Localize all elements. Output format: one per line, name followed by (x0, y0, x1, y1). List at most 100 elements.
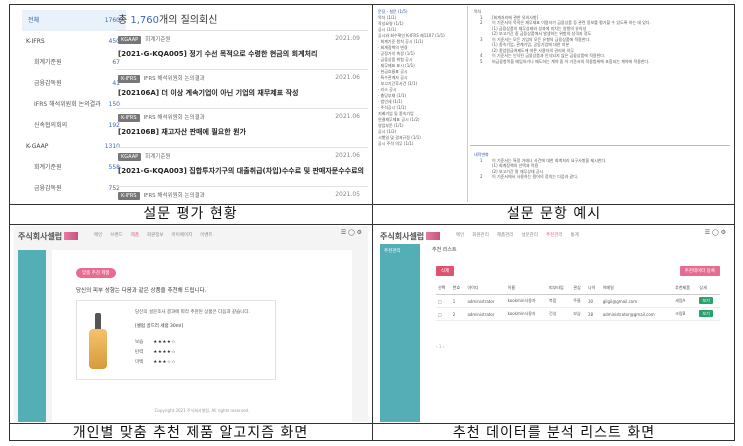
table-row[interactable]: □ 1 administrator kookmin사용자 복합 주름 30 gilgil@gm… (436, 294, 720, 308)
caption-panel1: 설문 평가 현황 (143, 206, 238, 222)
sidebar-item[interactable]: 신속협의회의 192 (22, 115, 126, 136)
rating-row: 탄력 ★★★★☆ (135, 349, 176, 355)
title-count: 1,760 (130, 15, 160, 26)
table-cell: 건성 (547, 307, 572, 321)
paragraph-number: 5 (480, 58, 483, 64)
recommendation-content: 맞춤 추천 제품 당신의 피부 성향는 다음과 같은 상품을 추천해 드립니다.… (52, 250, 352, 422)
item-title[interactable]: [2021-G-KQA005] 정기 수선 목적으로 수령한 현금의 회계처리 (118, 49, 366, 59)
nav-item[interactable]: 회원관리 (472, 233, 489, 238)
add-recommendation-button[interactable]: 추천데이터 등록 (679, 266, 720, 276)
list-item[interactable]: K-IFRS IFRS 해석위원회 논의결과 2021.06 [202106A] 더 … (116, 69, 368, 108)
sidebar-item-label: K-GAAP (26, 143, 49, 150)
figure-divider-mid (9, 224, 735, 225)
nav-item[interactable]: 회원정보 (147, 233, 164, 238)
star-rating-icon: ★★★★☆ (153, 350, 176, 355)
sidebar-item-recommend[interactable]: 추천관리 (384, 248, 401, 254)
table-cell: 보습 (571, 307, 586, 321)
brand-logo[interactable]: 주식회사셀럽 (380, 231, 441, 242)
nav-item[interactable]: 통계 (571, 233, 579, 238)
nav-item[interactable]: 제품관리 (497, 233, 514, 238)
table-row[interactable]: □ 2 administrator kookmin사용자 건성 보습 28 administr… (436, 307, 720, 321)
logo-mark-icon (426, 232, 441, 240)
sidebar-item[interactable]: K-GAAP 1310 (22, 136, 126, 157)
item-category: 회계기준원 (145, 154, 171, 160)
paragraph-row: 2 이 기준서에서 사용하는 용어의 정의는 다음과 같다. (474, 174, 726, 180)
list-item[interactable]: K-IFRS IFRS 해석위원회 논의결과 2021.06 [202106B] 재고… (116, 108, 368, 147)
table-cell: kookmin사용자 (505, 307, 548, 321)
sidebar-item[interactable]: 회계기준원 558 (22, 157, 126, 178)
product-card[interactable]: 당신의 설문조사 결과에 따라 추천된 상품은 다음과 같습니다. [셀럽 골드… (76, 300, 276, 380)
sidebar-item[interactable]: 전체 1760 (22, 10, 126, 31)
item-meta: KGAAP 회계기준원 (118, 152, 366, 161)
nav-item[interactable]: 제품 (131, 233, 139, 238)
column-header: 이메일 (600, 282, 674, 295)
nav-item[interactable]: 브랜드 (110, 233, 122, 238)
table-cell: 1 (450, 294, 466, 308)
panel-question-example: 문장 - 설문 (1/5) 목차 (1/1) 작성요령 (1/1) 공시 (1/1) 공… (376, 6, 732, 202)
paragraph-text: 이 기준서는 모든 기업의 모든 유형의 금융상품에 적용한다. (492, 36, 591, 42)
paragraph-text: (1) 금융상품의 재무상태와 성과에 미치는 영향의 유의성 (492, 25, 587, 31)
table-cell: 주름 (571, 294, 586, 308)
question-detail: 목차 1 [회계처리에 관한 유의사항] 2 이 기준서의 목적은 재무제표 이용자가… (470, 6, 730, 202)
sidebar-item-label: 신속협의회의 (34, 122, 68, 129)
sidebar-item[interactable]: 금융감독원 752 (22, 178, 126, 199)
column-header: 관심 (571, 282, 586, 295)
header-icons[interactable]: ☰ ◯ ⚙ (705, 229, 726, 236)
sidebar-item[interactable]: IFRS 해석위원회 논의결과 150 (22, 94, 126, 115)
paragraph-text: 이 기준서는 인식된 금융상품과 인식되지 않은 금융상품에 적용한다. (492, 53, 606, 58)
paragraph-text: [회계처리에 관한 유의사항] (492, 14, 539, 20)
table-cell[interactable]: □ (436, 307, 451, 321)
title-prefix: 총 (118, 15, 128, 26)
delete-button[interactable]: 삭제 (436, 266, 455, 276)
column-header: 번호 (450, 282, 466, 295)
table-cell: kookmin사용자 (505, 294, 548, 308)
list-title: 총 1,760개의 질의회신 (116, 6, 368, 30)
table-cell: 보기 (697, 294, 720, 308)
brand-logo[interactable]: 주식회사셀럽 (18, 231, 79, 242)
card-description: 당신의 설문조사 결과에 따라 추천된 상품은 다음과 같습니다. (135, 310, 250, 315)
nav-item[interactable]: 추천관리 (546, 233, 563, 238)
nav-item[interactable]: 메인 (456, 233, 464, 238)
rating-label: 보습 (135, 340, 144, 345)
column-header: 선택 (436, 282, 451, 295)
list-item[interactable]: K-IFRSIFRS 해석위원회 논의결과2021.05[202105B] 클라… (116, 186, 368, 202)
view-button[interactable]: 보기 (699, 297, 713, 304)
pagination[interactable]: ‹ 1 › (436, 344, 444, 349)
top-rows: 1 [회계처리에 관한 유의사항] 2 이 기준서의 목적은 재무제표 이용자가 금융… (474, 15, 726, 65)
header-icons[interactable]: ☰ ◯ ⚙ (341, 229, 362, 236)
list-item[interactable]: KGAAP 회계기준원 2021.09 [2021-G-KQA005] 정기 수선 목… (116, 30, 368, 69)
table-cell[interactable]: □ (436, 294, 451, 308)
title-suffix: 개의 질의회신 (159, 15, 218, 26)
sidebar-item[interactable]: 회계기준원 67 (22, 52, 126, 73)
paragraph-text: (1) 회계정책의 선택과 적용 (492, 163, 539, 168)
column-header: 피부타입 (547, 282, 572, 295)
column-header: 아이디 (465, 282, 506, 295)
logo-mark-icon (64, 232, 79, 240)
item-meta: KGAAP 회계기준원 (118, 35, 366, 44)
tree-item[interactable]: 공시 주석 의무 (1/1) (378, 141, 465, 147)
star-rating-icon: ★★★☆☆ (153, 360, 176, 365)
item-title[interactable]: [202106B] 재고자산 판매에 필요한 원가 (118, 127, 366, 137)
paragraph-number: 2 (480, 174, 483, 179)
panel-survey-status: 전체 1760 K-IFRS 450 회계기준원 67 금융감독원 41 IFRS 해석위원회 … (14, 6, 368, 202)
list-item[interactable]: KGAAP 회계기준원 2021.06 [2021-G-KQA003] 집합투자기구의… (116, 147, 368, 186)
table-cell: 복합 (547, 294, 572, 308)
sidebar-item[interactable]: K-IFRS 450 (22, 31, 126, 52)
table-cell: administrator@gmail.com (600, 307, 674, 321)
item-title[interactable]: [2021-G-KQA003] 집합투자기구의 대출취급(차입)수수료 및 판매… (118, 166, 366, 176)
sidebar-item-label: 금융감독원 (34, 80, 62, 87)
page-footer: Copyright 2021 주식회사셀럽. All rights reserv… (154, 408, 250, 413)
item-title[interactable]: [202106A] 더 이상 계속기업이 아닌 기업의 재무제표 작성 (118, 88, 366, 98)
paragraph-text: 이 기준서에서 사용하는 용어의 정의는 다음과 같다. (492, 174, 579, 179)
sidebar-item[interactable]: 금융감독원 41 (22, 73, 126, 94)
nav-item[interactable]: 마이페이지 (172, 233, 193, 238)
item-date: 2021.09 (335, 35, 360, 42)
view-button[interactable]: 보기 (699, 310, 713, 317)
sidebar-item-label: 회계기준원 (34, 59, 62, 66)
sidebar-item[interactable]: 신속협의회의6 (22, 199, 126, 202)
serum-bottle-icon (87, 313, 109, 371)
nav-item[interactable]: 설문관리 (521, 233, 538, 238)
paragraph-text: 이 기준서의 목적은 재무제표 이용자가 금융상품 등 관련 정보를 평가할 수… (492, 20, 651, 25)
nav-item[interactable]: 메인 (94, 233, 102, 238)
nav-item[interactable]: 이벤트 (200, 233, 212, 238)
